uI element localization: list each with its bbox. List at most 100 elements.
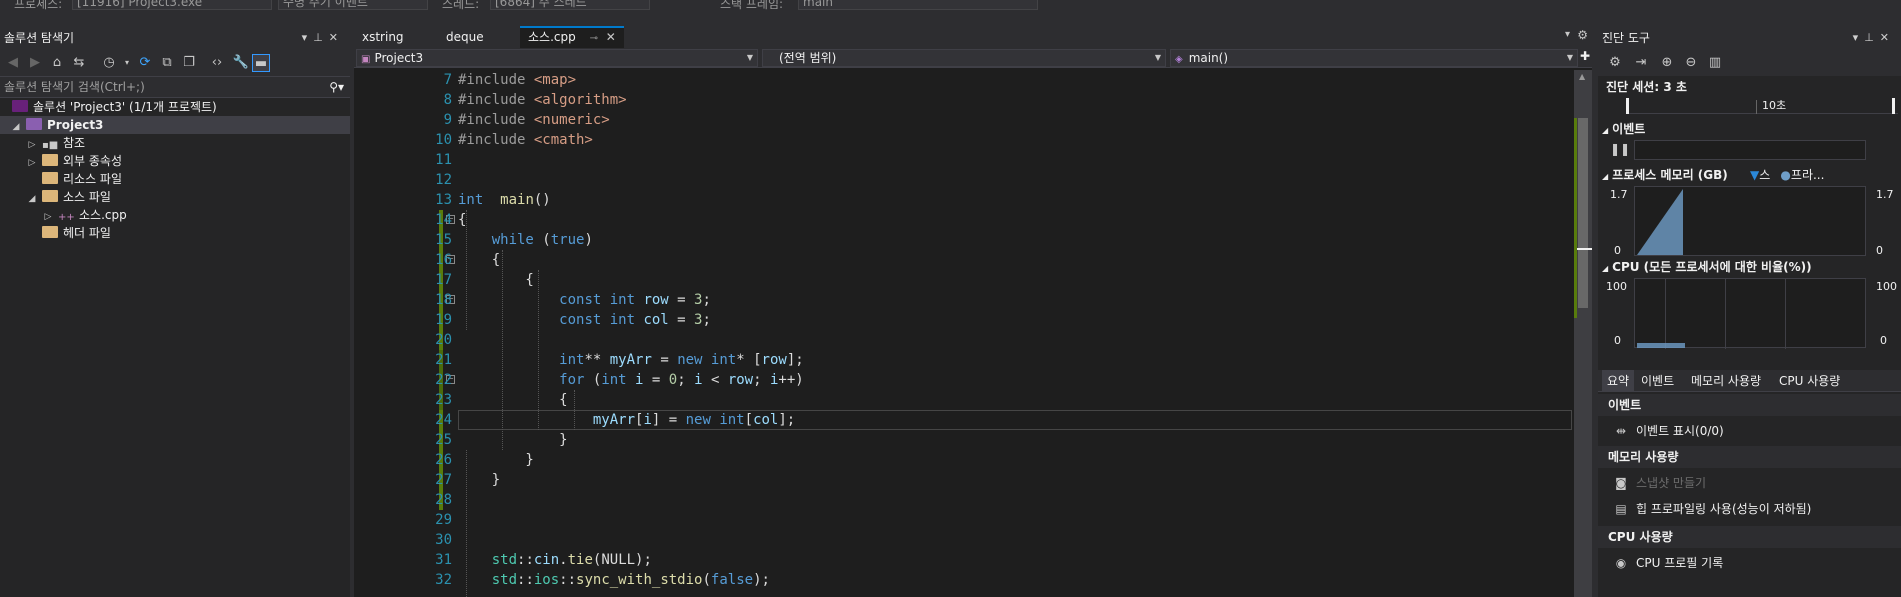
code-line[interactable]: } <box>458 450 1558 470</box>
scope-dropdown[interactable]: (전역 범위) ▼ <box>762 49 1166 67</box>
scroll-up-icon[interactable]: ▲ <box>1579 72 1585 81</box>
record-cpu-profile-button[interactable]: ◉ CPU 프로필 기록 <box>1614 552 1723 574</box>
split-window-icon[interactable]: ✚ <box>1580 49 1590 63</box>
events-track[interactable] <box>1634 140 1866 160</box>
memory-section-header[interactable]: ◢ 프로세스 메모리 (GB) ▼스 ●프라... <box>1598 166 1901 184</box>
code-line[interactable] <box>458 150 1558 170</box>
code-line[interactable]: const int col = 3; <box>458 310 1558 330</box>
timeline-end-handle[interactable] <box>1892 98 1895 114</box>
cpu-graph[interactable] <box>1634 278 1866 349</box>
code-line[interactable]: for (int i = 0; i < row; i++) <box>458 370 1558 390</box>
gear-icon[interactable]: ⚙ <box>1577 28 1588 42</box>
chevron-down-icon[interactable]: ▾ <box>118 54 136 72</box>
search-icon[interactable]: ⚲▾ <box>329 77 344 97</box>
lifecycle-events-dropdown[interactable]: 수명 주기 이벤트 <box>278 0 428 10</box>
collapse-all-icon[interactable]: ⧉ <box>158 54 176 72</box>
project-dropdown[interactable]: ▣ Project3 ▼ <box>356 49 758 67</box>
reset-view-icon[interactable]: ▥ <box>1706 54 1724 72</box>
memory-graph[interactable] <box>1634 186 1866 256</box>
tab-deque[interactable]: deque <box>438 26 492 48</box>
dropdown-icon[interactable]: ▾ <box>1853 31 1865 44</box>
back-icon[interactable]: ◀ <box>4 54 22 72</box>
document-tab-strip: xstring deque 소스.cpp ⊸ ✕ ▾ ⚙ <box>354 26 1592 48</box>
code-line[interactable] <box>458 530 1558 550</box>
vertical-scrollbar[interactable]: ▲ <box>1574 70 1592 597</box>
pending-changes-filter-icon[interactable]: ◷ <box>100 54 118 72</box>
properties-wrench-icon[interactable]: 🔧 <box>232 54 250 72</box>
preview-selected-icon[interactable]: ▬ <box>252 54 270 72</box>
line-number: 27 <box>435 472 452 488</box>
code-line[interactable] <box>458 170 1558 190</box>
tree-item-source-files[interactable]: ◢ 소스 파일 <box>0 188 111 206</box>
tree-item-resource-files[interactable]: 리소스 파일 <box>0 170 122 188</box>
heap-profiling-toggle[interactable]: ▤ 힙 프로파일링 사용(성능이 저하됨) <box>1614 498 1811 520</box>
sync-icon[interactable]: ⟳ <box>136 54 154 72</box>
pin-icon[interactable]: ⊥ <box>1864 31 1880 44</box>
tree-item-source-cpp[interactable]: ▷ ++ 소스.cpp <box>0 206 127 224</box>
code-line[interactable]: std::cin.tie(NULL); <box>458 550 1558 570</box>
code-line[interactable]: myArr[i] = new int[col]; <box>458 410 1558 430</box>
process-dropdown[interactable]: [11916] Project3.exe <box>72 0 272 10</box>
zoom-out-icon[interactable]: ⊖ <box>1682 54 1700 72</box>
member-dropdown[interactable]: ◈ main() ▼ <box>1170 49 1578 67</box>
code-line[interactable] <box>458 330 1558 350</box>
code-line[interactable]: #include <numeric> <box>458 110 1558 130</box>
tree-item-solution[interactable]: 솔루션 'Project3' (1/1개 프로젝트) <box>0 98 217 116</box>
code-line[interactable]: } <box>458 430 1558 450</box>
tree-item-header-files[interactable]: 헤더 파일 <box>0 224 111 242</box>
tab-source-cpp[interactable]: 소스.cpp ⊸ ✕ <box>520 26 624 48</box>
export-icon[interactable]: ⇥ <box>1632 54 1650 72</box>
events-section-header[interactable]: ◢ 이벤트 <box>1598 120 1645 138</box>
tab-memory-usage[interactable]: 메모리 사용량 <box>1686 370 1766 392</box>
pin-tab-icon[interactable]: ⊸ <box>590 33 598 44</box>
timeline-ruler[interactable]: 10초 <box>1626 96 1898 114</box>
close-icon[interactable]: ✕ <box>1880 31 1895 44</box>
pause-icon[interactable]: ❚❚ <box>1610 142 1630 156</box>
close-tab-icon[interactable]: ✕ <box>606 30 616 44</box>
tab-xstring[interactable]: xstring <box>354 26 412 48</box>
forward-icon[interactable]: ▶ <box>26 54 44 72</box>
take-snapshot-button[interactable]: ◙ 스냅샷 만들기 <box>1614 472 1706 494</box>
code-line[interactable]: while (true) <box>458 230 1558 250</box>
settings-icon[interactable]: ⚙ <box>1606 54 1624 72</box>
tree-item-references[interactable]: ▷ ▪■ 참조 <box>0 134 86 152</box>
code-line[interactable]: } <box>458 470 1558 490</box>
code-line[interactable]: { <box>458 210 1558 230</box>
cpu-section-header[interactable]: ◢ CPU (모든 프로세서에 대한 비율(%)) <box>1598 258 1812 276</box>
tab-overflow-icon[interactable]: ▾ <box>1565 29 1570 40</box>
tree-item-project[interactable]: ◢ Project3 <box>0 116 350 134</box>
code-area[interactable]: − − − − 7 8 9 10 11 12 13 14 15 16 17 18… <box>354 70 1574 597</box>
pin-icon[interactable]: ⊥ <box>313 31 329 44</box>
code-line[interactable]: #include <map> <box>458 70 1558 90</box>
thread-dropdown[interactable]: [6864] 주 스레드 <box>490 0 650 10</box>
home-icon[interactable]: ⌂ <box>48 54 66 72</box>
code-line[interactable] <box>458 510 1558 530</box>
code-line[interactable] <box>458 490 1558 510</box>
show-all-files-icon[interactable]: ❐ <box>180 54 198 72</box>
timeline-start-handle[interactable] <box>1626 98 1629 114</box>
stack-frame-dropdown[interactable]: main <box>798 0 1038 10</box>
line-number: 11 <box>435 152 452 168</box>
code-line[interactable]: int main() <box>458 190 1558 210</box>
tree-item-external-deps[interactable]: ▷ 외부 종속성 <box>0 152 122 170</box>
code-line[interactable]: #include <algorithm> <box>458 90 1558 110</box>
code-view-icon[interactable]: ‹› <box>208 54 226 72</box>
private-bytes-legend-icon: ● <box>1780 168 1791 182</box>
zoom-in-icon[interactable]: ⊕ <box>1658 54 1676 72</box>
switch-views-icon[interactable]: ⇆ <box>70 54 88 72</box>
code-line[interactable]: { <box>458 270 1558 290</box>
tab-cpu-usage[interactable]: CPU 사용량 <box>1774 370 1845 392</box>
code-line[interactable]: const int row = 3; <box>458 290 1558 310</box>
code-line[interactable]: #include <cmath> <box>458 130 1558 150</box>
show-events-link[interactable]: ⇹ 이벤트 표시(0/0) <box>1614 420 1724 442</box>
code-line[interactable]: std::ios::sync_with_stdio(false); <box>458 570 1558 590</box>
code-line[interactable]: { <box>458 390 1558 410</box>
tab-events[interactable]: 이벤트 <box>1636 370 1679 392</box>
dropdown-icon[interactable]: ▾ <box>302 31 314 44</box>
scrollbar-thumb[interactable] <box>1578 118 1588 308</box>
code-line[interactable]: { <box>458 250 1558 270</box>
solution-explorer-search[interactable]: 솔루션 탐색기 검색(Ctrl+;) ⚲▾ <box>0 76 350 98</box>
close-icon[interactable]: ✕ <box>329 31 344 44</box>
code-line[interactable]: int** myArr = new int* [row]; <box>458 350 1558 370</box>
tab-summary[interactable]: 요약 <box>1602 370 1635 392</box>
